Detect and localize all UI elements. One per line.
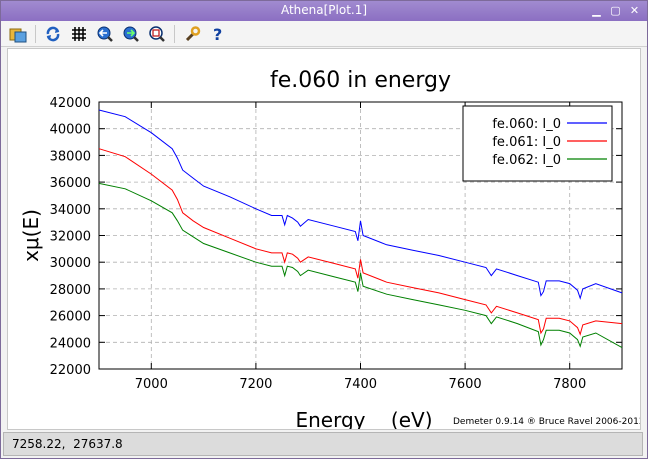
y-tick-label: 36000 xyxy=(50,176,91,191)
y-tick-label: 30000 xyxy=(50,256,91,271)
grid-icon[interactable] xyxy=(68,23,90,45)
legend-label: fe.062: I_0 xyxy=(492,153,561,168)
y-tick-label: 38000 xyxy=(50,149,91,164)
x-tick-label: 7000 xyxy=(135,377,168,392)
open-icon[interactable] xyxy=(7,23,29,45)
y-tick-label: 34000 xyxy=(50,203,91,218)
y-tick-label: 26000 xyxy=(50,310,91,325)
legend: fe.060: I_0 fe.061: I_0 fe.062: I_0 xyxy=(462,105,613,182)
help-icon[interactable]: ? xyxy=(207,23,229,45)
y-tick-label: 28000 xyxy=(50,283,91,298)
zoom-forward-icon[interactable] xyxy=(120,23,142,45)
chart-title: fe.060 in energy xyxy=(270,68,451,93)
legend-label: fe.060: I_0 xyxy=(492,117,561,132)
y-tick-label: 32000 xyxy=(50,230,91,245)
status-bar: 7258.22, 27637.8 xyxy=(3,432,643,456)
x-tick-label: 7200 xyxy=(239,377,272,392)
x-tick-label: 7800 xyxy=(553,377,586,392)
x-axis-label: Energy (eV) xyxy=(295,408,432,429)
minimize-icon[interactable]: ▁ xyxy=(590,4,603,17)
y-tick-label: 40000 xyxy=(50,123,91,138)
maximize-icon[interactable]: ▢ xyxy=(609,4,622,17)
zoom-back-icon[interactable] xyxy=(94,23,116,45)
refresh-icon[interactable] xyxy=(42,23,64,45)
cursor-coordinates: 7258.22, 27637.8 xyxy=(12,437,123,451)
toolbar-separator xyxy=(174,24,175,43)
y-axis-label: xμ(E) xyxy=(19,209,43,262)
y-tick-label: 22000 xyxy=(50,363,91,378)
settings-icon[interactable] xyxy=(181,23,203,45)
credit-text: Demeter 0.9.14 ® Bruce Ravel 2006-2013 xyxy=(453,417,640,427)
y-tick-label: 42000 xyxy=(50,96,91,111)
y-tick-label: 24000 xyxy=(50,336,91,351)
toolbar: ? xyxy=(1,21,647,47)
chart-canvas: 7000 7200 7400 7600 7800 22000 24000 26000 2800… xyxy=(19,68,645,432)
plot-area[interactable]: 7000 7200 7400 7600 7800 22000 24000 26000 2800… xyxy=(7,48,645,432)
svg-text:?: ? xyxy=(213,25,222,43)
x-tick-label: 7400 xyxy=(344,377,377,392)
window-title: Athena[Plot.1] xyxy=(280,3,368,17)
title-bar: Athena[Plot.1] ▁ ▢ ✕ xyxy=(1,1,647,21)
toolbar-separator xyxy=(35,24,36,43)
zoom-fit-icon[interactable] xyxy=(146,23,168,45)
legend-label: fe.061: I_0 xyxy=(492,135,561,150)
x-tick-label: 7600 xyxy=(449,377,482,392)
close-icon[interactable]: ✕ xyxy=(628,4,641,17)
plot-window: Athena[Plot.1] ▁ ▢ ✕ ? 7000 7200 7400 76… xyxy=(0,0,648,459)
